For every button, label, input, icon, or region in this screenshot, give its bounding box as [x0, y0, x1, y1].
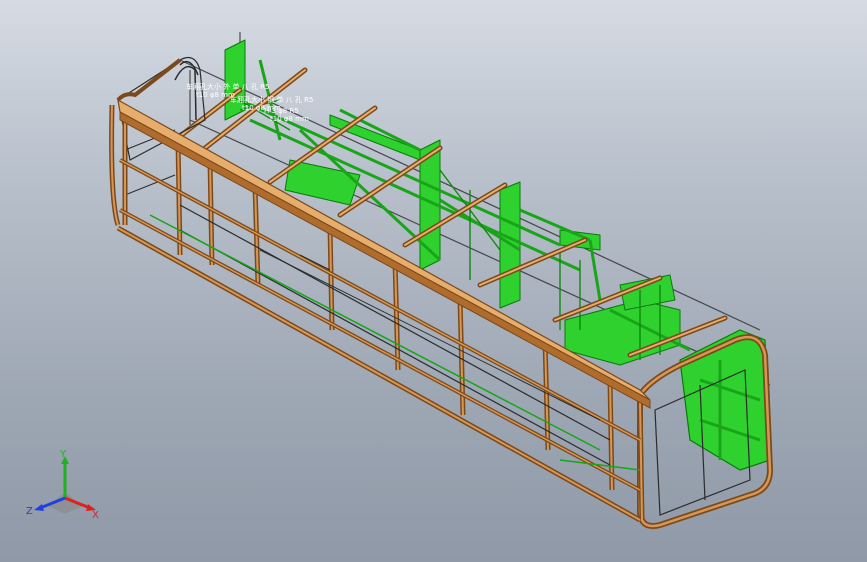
bus-body-frame-model[interactable] [0, 0, 867, 562]
annotation-3-text: H 3 φ8 R5 [264, 107, 299, 115]
side-rails [116, 158, 642, 523]
orientation-triad[interactable]: Y X Z [20, 448, 110, 528]
z-arrow-icon [34, 504, 44, 511]
cad-viewport[interactable]: 车厢孔大小 外 单 八 孔 R5 t10 φ8 mm 车厢孔大小 钢 单 八 孔… [0, 0, 867, 562]
x-axis-label: X [92, 510, 99, 521]
annotation-1-text: 车厢孔大小 外 单 八 孔 R5 [186, 83, 270, 91]
annotation-3: H 3 φ8 R5 t10 φ8 mm [264, 107, 309, 123]
y-axis-label: Y [59, 449, 67, 460]
z-axis-label: Z [26, 506, 33, 517]
annotation-2-text: 车厢孔大小 钢 单 八 孔 R5 [230, 96, 314, 104]
annotation-3-sub: t10 φ8 mm [270, 115, 309, 123]
